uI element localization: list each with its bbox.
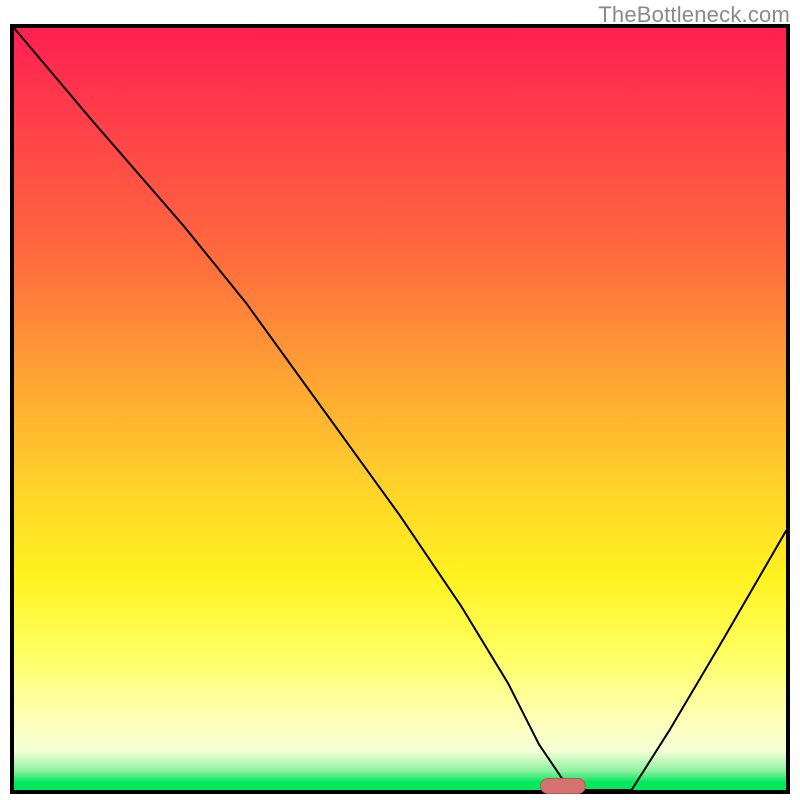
bottleneck-curve xyxy=(14,28,786,790)
bottleneck-curve-path xyxy=(14,28,786,790)
valley-marker xyxy=(540,778,586,794)
chart-frame xyxy=(10,24,790,794)
